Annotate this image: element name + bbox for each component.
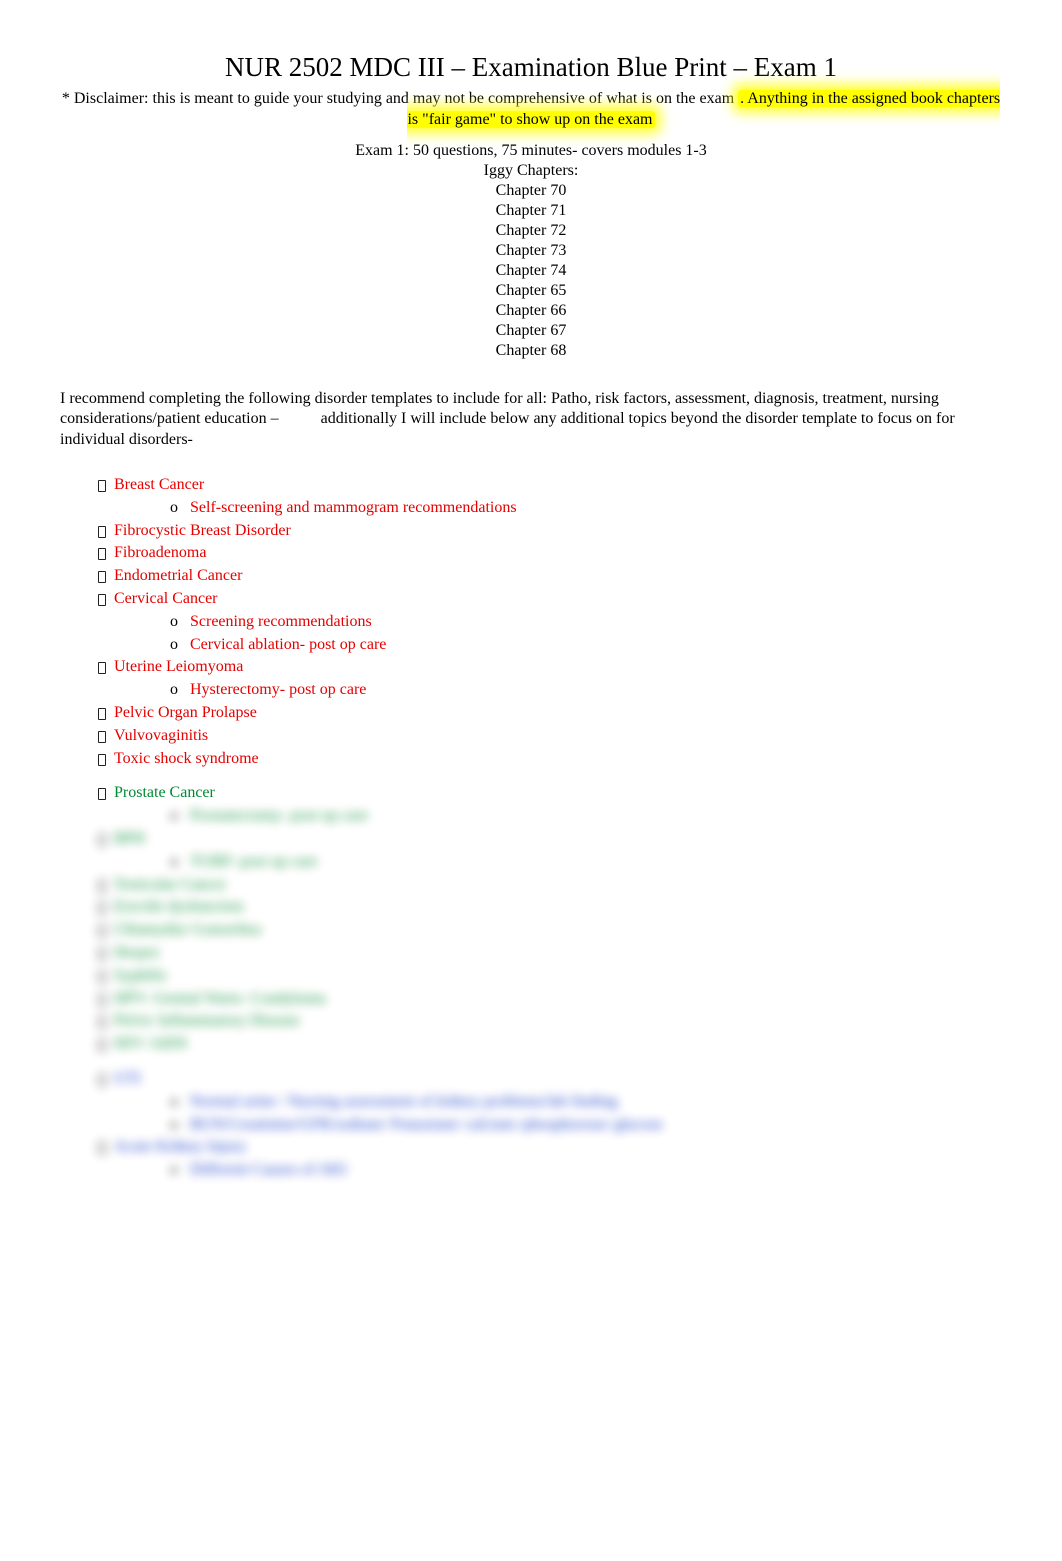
exam-summary: Exam 1: 50 questions, 75 minutes- covers… — [60, 141, 1002, 161]
item-fibrocystic: Fibrocystic Breast Disorder — [114, 522, 291, 539]
list-item: Erectile dysfunction — [98, 897, 1002, 918]
list-item: Pelvic Inflammatory Disease — [98, 1011, 1002, 1032]
list-item: HIV/ AIDS — [98, 1034, 1002, 1055]
chapter-line: Chapter 70 — [60, 181, 1002, 201]
item-hiv: HIV/ AIDS — [114, 1035, 187, 1052]
chapter-line: Chapter 74 — [60, 261, 1002, 281]
item-prostate: Prostate Cancer — [114, 784, 215, 801]
sub-aki-causes: Different Causes of AKI — [190, 1161, 347, 1178]
exam-info-block: Exam 1: 50 questions, 75 minutes- covers… — [60, 141, 1002, 361]
recommend-paragraph: I recommend completing the following dis… — [60, 389, 1002, 451]
list-item: TURP- post op care — [170, 852, 1002, 873]
chapter-line: Chapter 67 — [60, 321, 1002, 341]
list-item: Cervical ablation- post op care — [170, 635, 1002, 656]
chapter-line: Chapter 68 — [60, 341, 1002, 361]
item-uti: UTI — [114, 1070, 141, 1087]
sub-breast-screening: Self-screening and mammogram recommendat… — [190, 499, 517, 516]
list-item: Pelvic Organ Prolapse — [98, 703, 1002, 724]
list-item: Breast Cancer Self-screening and mammogr… — [98, 475, 1002, 519]
chapter-line: Chapter 66 — [60, 301, 1002, 321]
list-item: UTI Normal urine / Nursing assessment of… — [98, 1069, 1002, 1135]
list-item: Cervical Cancer Screening recommendation… — [98, 589, 1002, 655]
chapter-line: Chapter 71 — [60, 201, 1002, 221]
list-item: Fibroadenoma — [98, 543, 1002, 564]
list-item: Uterine Leiomyoma Hysterectomy- post op … — [98, 657, 1002, 701]
item-fibroadenoma: Fibroadenoma — [114, 544, 206, 561]
sub-uti-labs: BUN/Creatinine/GFR/sodium/ Potassium/ ca… — [190, 1116, 663, 1133]
list-item: Prostatectomy- post op care — [170, 806, 1002, 827]
list-item: Screening recommendations — [170, 612, 1002, 633]
item-herpes: Herpes — [114, 944, 159, 961]
list-item: Toxic shock syndrome — [98, 749, 1002, 770]
list-item: BPH TURP- post op care — [98, 829, 1002, 873]
chapter-line: Chapter 73 — [60, 241, 1002, 261]
item-toxic-shock: Toxic shock syndrome — [114, 750, 259, 767]
list-item: HPV- Genital Warts- Condyloma — [98, 989, 1002, 1010]
item-testicular: Testicular Cancer — [114, 876, 226, 893]
list-item: Prostate Cancer Prostatectomy- post op c… — [98, 783, 1002, 827]
item-bph: BPH — [114, 830, 145, 847]
item-genital-warts: HPV- Genital Warts- Condyloma — [114, 990, 326, 1007]
list-item: Vulvovaginitis — [98, 726, 1002, 747]
sub-cervical-ablation: Cervical ablation- post op care — [190, 636, 386, 653]
page-title: NUR 2502 MDC III – Examination Blue Prin… — [60, 50, 1002, 85]
item-syphilis: Syphilis — [114, 967, 166, 984]
list-item: Acute Kidney Injury Different Causes of … — [98, 1137, 1002, 1181]
item-erectile: Erectile dysfunction — [114, 898, 243, 915]
disclaimer-text: * Disclaimer: this is meant to guide you… — [62, 90, 734, 107]
disclaimer: * Disclaimer: this is meant to guide you… — [60, 89, 1002, 131]
iggy-label: Iggy Chapters: — [60, 161, 1002, 181]
list-item: Chlamydia/ Gonorrhea — [98, 920, 1002, 941]
list-item: Different Causes of AKI — [170, 1160, 1002, 1181]
item-uterine: Uterine Leiomyoma — [114, 658, 243, 675]
sub-hysterectomy: Hysterectomy- post op care — [190, 681, 366, 698]
item-vulvovaginitis: Vulvovaginitis — [114, 727, 208, 744]
item-endometrial: Endometrial Cancer — [114, 567, 242, 584]
list-item: Testicular Cancer — [98, 875, 1002, 896]
sub-uti-urine: Normal urine / Nursing assessment of kid… — [190, 1093, 617, 1110]
chapter-line: Chapter 65 — [60, 281, 1002, 301]
list-item: Fibrocystic Breast Disorder — [98, 521, 1002, 542]
item-pelvic: Pelvic Organ Prolapse — [114, 704, 257, 721]
item-chlamydia: Chlamydia/ Gonorrhea — [114, 921, 261, 938]
sub-cervical-screening: Screening recommendations — [190, 613, 372, 630]
item-cervical: Cervical Cancer — [114, 590, 218, 607]
list-item: BUN/Creatinine/GFR/sodium/ Potassium/ ca… — [170, 1115, 1002, 1136]
list-item: Self-screening and mammogram recommendat… — [170, 498, 1002, 519]
list-item: Syphilis — [98, 966, 1002, 987]
list-item: Herpes — [98, 943, 1002, 964]
list-item: Endometrial Cancer — [98, 566, 1002, 587]
sub-turp: TURP- post op care — [190, 853, 318, 870]
sub-prostatectomy: Prostatectomy- post op care — [190, 807, 368, 824]
item-breast-cancer: Breast Cancer — [114, 476, 204, 493]
item-pid: Pelvic Inflammatory Disease — [114, 1012, 300, 1029]
chapter-line: Chapter 72 — [60, 221, 1002, 241]
item-aki: Acute Kidney Injury — [114, 1138, 246, 1155]
disorder-list: Breast Cancer Self-screening and mammogr… — [60, 475, 1002, 827]
disorder-list-blurred: BPH TURP- post op care Testicular Cancer… — [60, 829, 1002, 1181]
list-item: Normal urine / Nursing assessment of kid… — [170, 1092, 1002, 1113]
list-item: Hysterectomy- post op care — [170, 680, 1002, 701]
